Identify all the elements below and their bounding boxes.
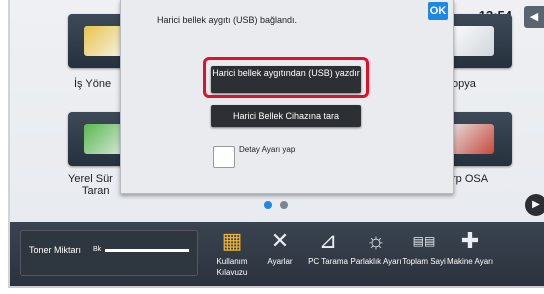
toner-status: Toner Miktarı Bk [20,230,198,276]
app-label-sharp-osa: rp OSA [452,173,489,185]
manual-icon: ▦ [221,228,243,253]
next-page-icon[interactable]: ▶ [525,194,544,216]
bottom-toolbar: Toner Miktarı Bk ▦ Kullanım Kılavuzu ✕ A… [10,222,544,286]
app-label-local-drive-scan: Yerel Sür [68,173,113,185]
usb-scan-button[interactable]: Harici Bellek Cihazına tara [211,105,361,127]
toner-level-bar [105,249,189,252]
toner-color-code: Bk [93,246,102,253]
machine-settings-button[interactable]: ✚ Makine Ayarı [442,228,498,267]
home-screen: 13:54 ◀ İş Yöne opya Yerel Sür Taran rp … [8,0,544,288]
settings-tools-icon: ✕ [270,228,290,253]
touch-panel-frame: 13:54 ◀ İş Yöne opya Yerel Sür Taran rp … [0,0,544,294]
page-dot[interactable] [280,201,288,209]
detail-settings-checkbox[interactable] [213,146,235,168]
machine-settings-icon: ✚ [460,228,480,253]
machine-settings-label: Makine Ayarı [446,257,494,266]
usb-print-button[interactable]: Harici bellek aygıtından (USB) yazdır [211,66,361,93]
ok-button[interactable]: OK [428,2,448,20]
pc-scan-icon: ⊿ [318,228,338,253]
back-icon[interactable]: ◀ [524,6,544,28]
app-label-local-drive-scan-line2: Taran [82,185,110,197]
toner-label: Toner Miktarı [29,245,82,255]
app-label-job-status: İş Yöne [74,78,112,90]
total-count-icon: ▤▤ [412,234,436,248]
page-dot-active [264,201,272,209]
app-label-copy: opya [452,78,476,90]
detail-settings-label: Detay Ayarı yap [239,145,296,154]
page-indicator [264,196,296,214]
dialog-message: Harici bellek aygıtı (USB) bağlandı. [157,15,298,25]
brightness-icon: ☼ [365,228,387,253]
usb-connected-dialog: Harici bellek aygıtı (USB) bağlandı. OK … [120,0,454,194]
